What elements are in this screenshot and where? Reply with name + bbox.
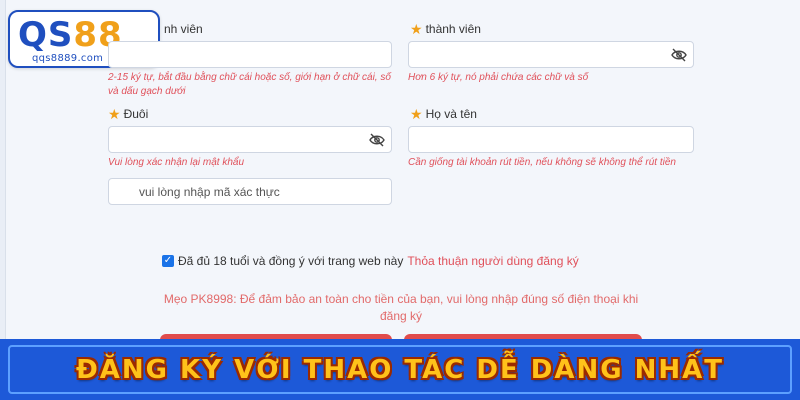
fullname-label-text: Họ và tên — [425, 107, 477, 121]
captcha-placeholder: vui lòng nhập mã xác thực — [139, 185, 280, 199]
confirm-password-input[interactable] — [108, 126, 392, 153]
required-star-icon: ★ — [410, 21, 423, 37]
phone-tip-line2: đăng ký — [379, 309, 423, 323]
password-label: ★ thành viên — [410, 22, 481, 36]
promo-banner-title: ĐĂNG KÝ VỚI THAO TÁC DỄ DÀNG NHẤT — [75, 354, 725, 385]
required-star-icon: ★ — [108, 106, 121, 122]
agreement-checkbox[interactable]: ✓ — [162, 255, 174, 267]
logo-wordmark-left: QS — [18, 15, 74, 55]
username-label: nh viên — [164, 22, 203, 36]
password-label-text: thành viên — [425, 22, 481, 36]
captcha-input[interactable]: vui lòng nhập mã xác thực — [108, 178, 392, 205]
confirm-label-text: Đuôi — [123, 107, 149, 121]
promo-banner: ĐĂNG KÝ VỚI THAO TÁC DỄ DÀNG NHẤT — [0, 339, 800, 400]
logo-domain: qqs8889.com — [32, 53, 104, 64]
agreement-row: ✓ Đã đủ 18 tuổi và đồng ý với trang web … — [162, 254, 579, 268]
promo-banner-frame: ĐĂNG KÝ VỚI THAO TÁC DỄ DÀNG NHẤT — [8, 345, 792, 394]
fullname-hint: Cần giống tài khoản rút tiền, nếu không … — [408, 157, 676, 168]
username-hint-line2: và dấu gạch dưới — [108, 86, 186, 97]
username-input[interactable] — [108, 41, 392, 68]
confirm-label: ★ Đuôi — [108, 107, 148, 121]
username-hint-line1: 2-15 ký tự, bắt đầu bằng chữ cái hoặc số… — [108, 72, 391, 83]
agreement-text: Đã đủ 18 tuổi và đồng ý với trang web nà… — [178, 254, 404, 268]
fullname-input[interactable] — [408, 126, 694, 153]
user-agreement-link[interactable]: Thỏa thuận người dùng đăng ký — [407, 254, 578, 268]
fullname-label: ★ Họ và tên — [410, 107, 477, 121]
username-hint: 2-15 ký tự, bắt đầu bằng chữ cái hoặc số… — [108, 71, 398, 99]
password-hint: Hơn 6 ký tự, nó phải chứa các chữ và số — [408, 72, 589, 83]
phone-tip-line1: Mẹo PK8998: Để đảm bảo an toàn cho tiền … — [163, 292, 639, 306]
required-star-icon: ★ — [410, 106, 423, 122]
hide-password-icon[interactable] — [369, 133, 385, 147]
password-input[interactable] — [408, 41, 694, 68]
confirm-hint: Vui lòng xác nhận lại mật khẩu — [108, 157, 245, 168]
username-label-text: nh viên — [164, 22, 203, 36]
logo-wordmark: QS88 — [18, 14, 123, 56]
phone-tip: Mẹo PK8998: Để đảm bảo an toàn cho tiền … — [160, 291, 642, 325]
hide-password-icon[interactable] — [671, 48, 687, 62]
page-edge — [0, 0, 6, 340]
